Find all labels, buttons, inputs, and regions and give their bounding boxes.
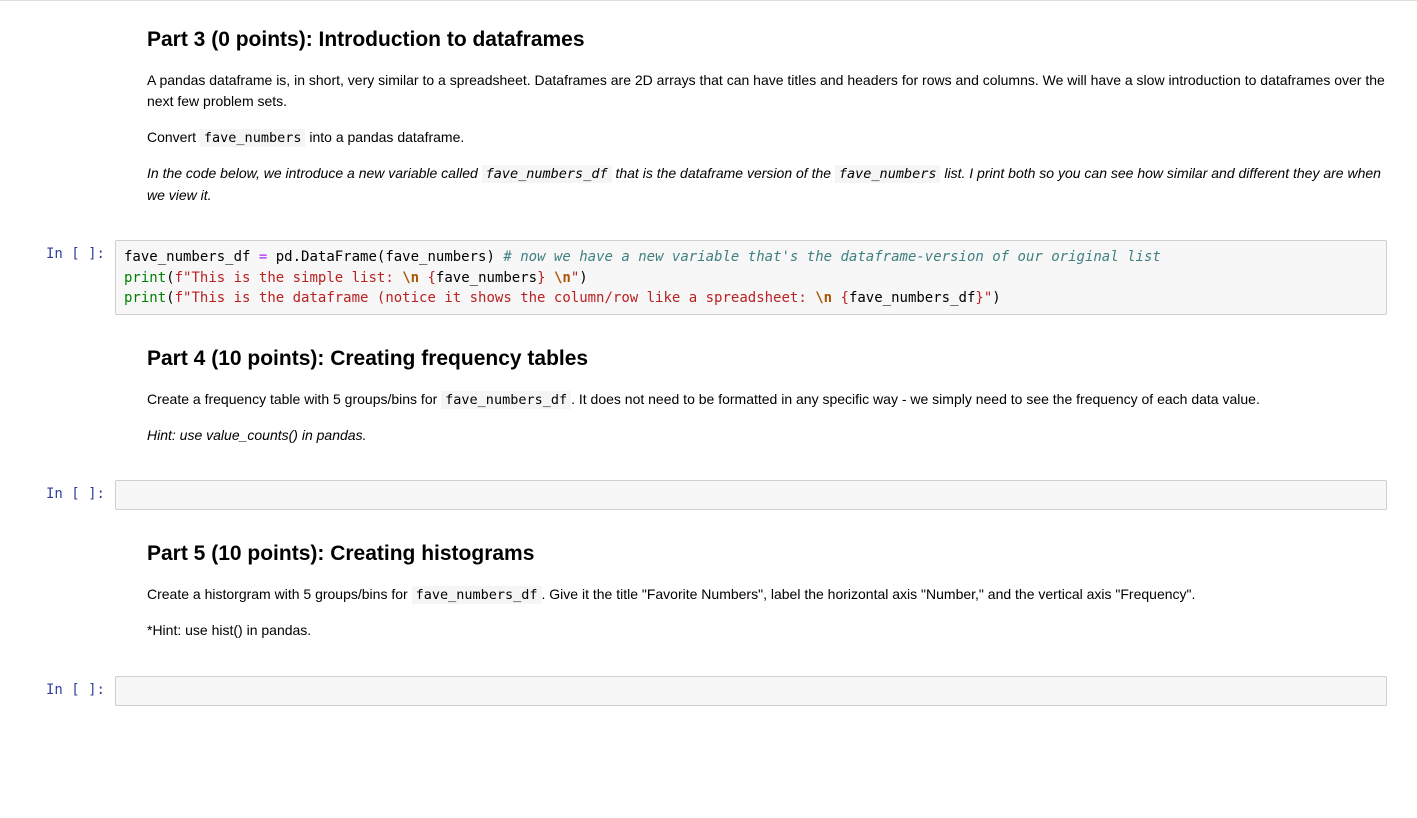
text: . Give it the title "Favorite Numbers", … bbox=[542, 586, 1196, 602]
token-f: f bbox=[175, 270, 183, 286]
heading-part3: Part 3 (0 points): Introduction to dataf… bbox=[147, 24, 1387, 56]
markdown-content[interactable]: Part 4 (10 points): Creating frequency t… bbox=[115, 325, 1417, 470]
token-esc: \n bbox=[815, 290, 832, 306]
input-prompt: In [ ]: bbox=[0, 480, 115, 510]
text: into a pandas dataframe. bbox=[305, 129, 464, 145]
markdown-cell-part5: Part 5 (10 points): Creating histograms … bbox=[0, 515, 1417, 670]
heading-part5: Part 5 (10 points): Creating histograms bbox=[147, 538, 1387, 570]
input-prompt: In [ ]: bbox=[0, 240, 115, 315]
token-arg: fave_numbers bbox=[385, 249, 486, 265]
code-cell-1: In [ ]: fave_numbers_df = pd.DataFrame(f… bbox=[0, 235, 1417, 320]
text: . It does not need to be formatted in an… bbox=[571, 391, 1260, 407]
token-str bbox=[832, 290, 840, 306]
markdown-cell-part3: Part 3 (0 points): Introduction to dataf… bbox=[0, 1, 1417, 235]
token-rbrace: } bbox=[975, 290, 983, 306]
code-fave-numbers: fave_numbers bbox=[835, 165, 941, 183]
token-dot: . bbox=[293, 249, 301, 265]
token-rp: ) bbox=[992, 290, 1000, 306]
para-hist: Create a historgram with 5 groups/bins f… bbox=[147, 584, 1387, 606]
code-fave-numbers-df: fave_numbers_df bbox=[441, 391, 571, 409]
token-fn: DataFrame bbox=[301, 249, 377, 265]
token-str: This is the simple list: bbox=[191, 270, 402, 286]
prompt-empty bbox=[0, 325, 115, 470]
token-rp: ) bbox=[579, 270, 587, 286]
token-lp: ( bbox=[166, 290, 174, 306]
token-str: This is the dataframe (notice it shows t… bbox=[191, 290, 815, 306]
heading-part4: Part 4 (10 points): Creating frequency t… bbox=[147, 343, 1387, 375]
para-freq: Create a frequency table with 5 groups/b… bbox=[147, 389, 1387, 411]
markdown-content[interactable]: Part 3 (0 points): Introduction to dataf… bbox=[115, 6, 1417, 230]
para-hint: Hint: use value_counts() in pandas. bbox=[147, 425, 1387, 447]
token-str bbox=[546, 270, 554, 286]
prompt-empty bbox=[0, 520, 115, 665]
token-var: fave_numbers_df bbox=[124, 249, 250, 265]
input-prompt: In [ ]: bbox=[0, 676, 115, 706]
para-hint: *Hint: use hist() in pandas. bbox=[147, 620, 1387, 642]
token-interp: fave_numbers bbox=[436, 270, 537, 286]
para-explain: In the code below, we introduce a new va… bbox=[147, 163, 1387, 207]
text: Convert bbox=[147, 129, 200, 145]
prompt-empty bbox=[0, 6, 115, 230]
token-f: f bbox=[175, 290, 183, 306]
para-intro: A pandas dataframe is, in short, very si… bbox=[147, 70, 1387, 113]
token-rbrace: } bbox=[537, 270, 545, 286]
code-input-area[interactable] bbox=[115, 676, 1387, 706]
markdown-cell-part4: Part 4 (10 points): Creating frequency t… bbox=[0, 320, 1417, 475]
text: Create a frequency table with 5 groups/b… bbox=[147, 391, 441, 407]
token-esc: \n bbox=[402, 270, 419, 286]
code-content bbox=[115, 480, 1417, 510]
code-input-area[interactable] bbox=[115, 480, 1387, 510]
token-print: print bbox=[124, 270, 166, 286]
token-esc: \n bbox=[554, 270, 571, 286]
token-lbrace: { bbox=[427, 270, 435, 286]
text: In the code below, we introduce a new va… bbox=[147, 165, 482, 181]
code-fave-numbers-df: fave_numbers_df bbox=[412, 586, 542, 604]
notebook-container: Part 3 (0 points): Introduction to dataf… bbox=[0, 0, 1417, 711]
code-input-area[interactable]: fave_numbers_df = pd.DataFrame ( fave_numb… bbox=[115, 240, 1387, 315]
code-cell-3: In [ ]: bbox=[0, 671, 1417, 711]
token-q: " bbox=[571, 270, 579, 286]
markdown-content[interactable]: Part 5 (10 points): Creating histograms … bbox=[115, 520, 1417, 665]
token-pd: pd bbox=[276, 249, 293, 265]
code-cell-2: In [ ]: bbox=[0, 475, 1417, 515]
code-content bbox=[115, 676, 1417, 706]
code-fave-numbers-df: fave_numbers_df bbox=[482, 165, 612, 183]
text: that is the dataframe version of the bbox=[612, 165, 835, 181]
token-eq: = bbox=[250, 249, 275, 265]
code-fave-numbers: fave_numbers bbox=[200, 129, 306, 147]
token-comment: # now we have a new variable that's the … bbox=[503, 249, 1160, 265]
token-rp: ) bbox=[486, 249, 494, 265]
token-print: print bbox=[124, 290, 166, 306]
para-convert: Convert fave_numbers into a pandas dataf… bbox=[147, 127, 1387, 149]
token-lp: ( bbox=[166, 270, 174, 286]
token-q: " bbox=[984, 290, 992, 306]
token-interp: fave_numbers_df bbox=[849, 290, 975, 306]
text: Create a historgram with 5 groups/bins f… bbox=[147, 586, 412, 602]
code-content: fave_numbers_df = pd.DataFrame ( fave_numb… bbox=[115, 240, 1417, 315]
token-lbrace: { bbox=[841, 290, 849, 306]
